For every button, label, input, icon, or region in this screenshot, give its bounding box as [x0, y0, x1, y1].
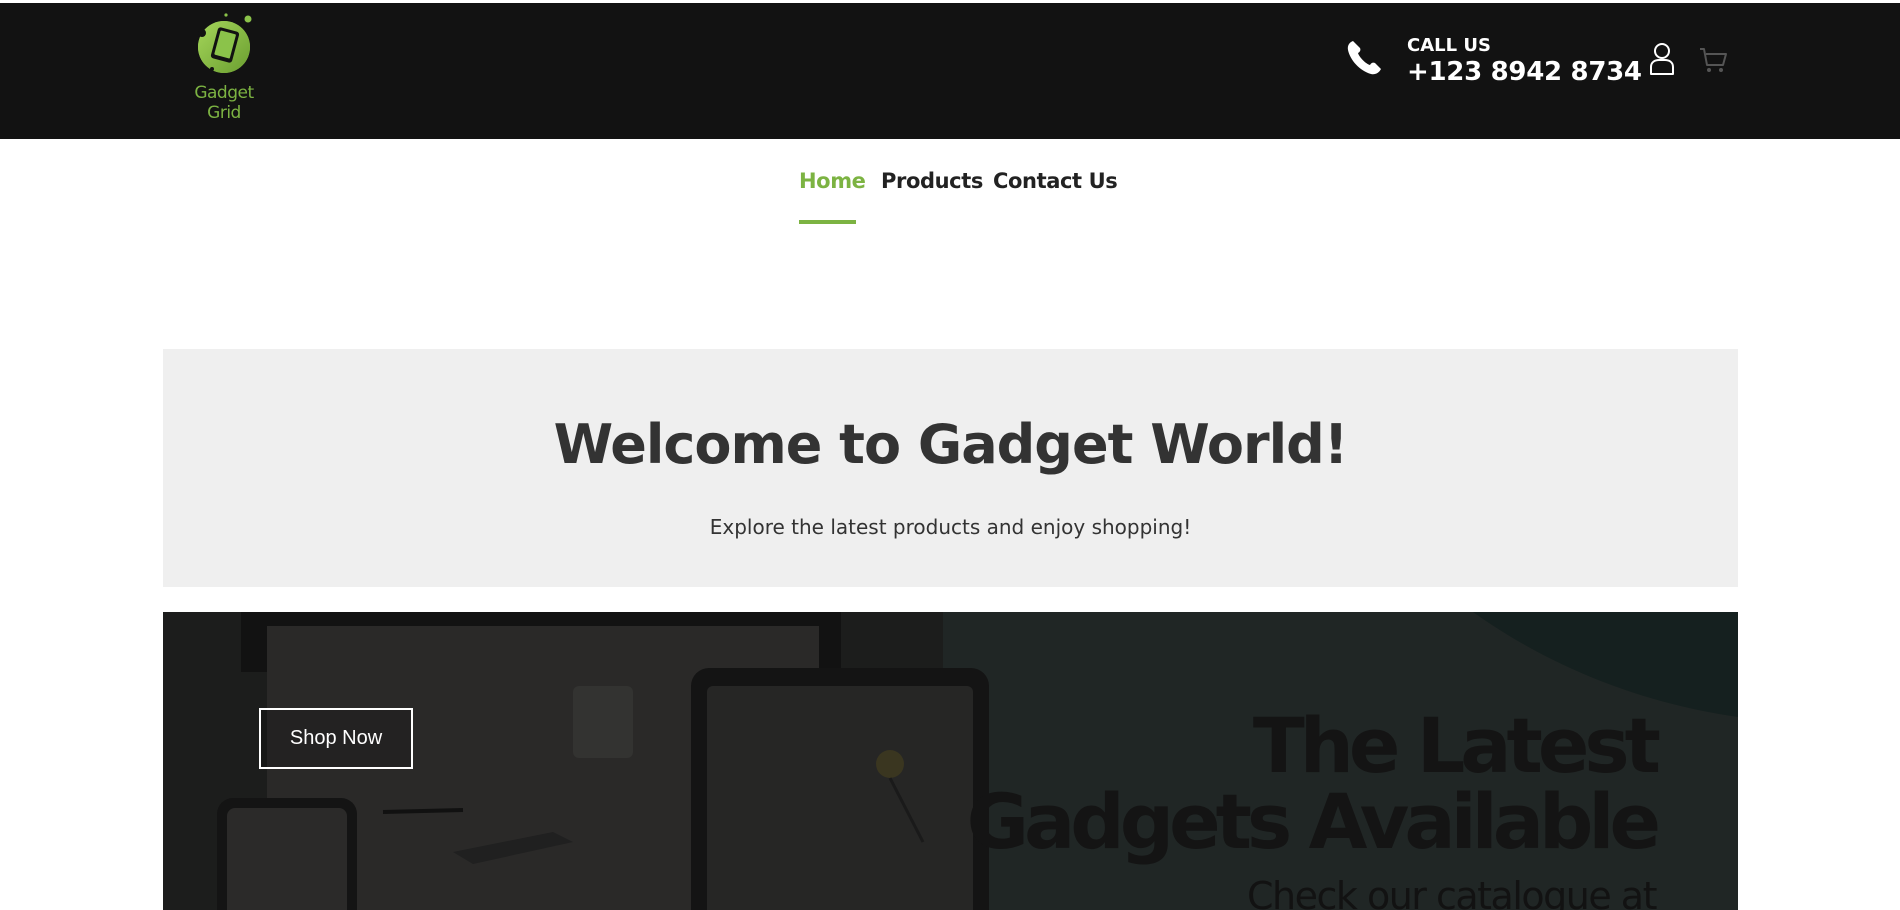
nav-active-indicator	[799, 220, 856, 224]
user-icon[interactable]	[1648, 41, 1676, 77]
nav-home[interactable]: Home	[799, 169, 866, 193]
banner-headline-line1: The Latest	[1252, 701, 1661, 790]
site-header: Gadget Grid CALL US +123 8942 8734	[0, 3, 1900, 139]
welcome-title: Welcome to Gadget World!	[553, 413, 1349, 476]
welcome-section: Welcome to Gadget World! Explore the lat…	[163, 349, 1738, 587]
nav-products[interactable]: Products	[881, 169, 983, 193]
cart-icon[interactable]	[1698, 45, 1728, 75]
welcome-subtitle: Explore the latest products and enjoy sh…	[709, 515, 1192, 539]
hero-banner: Shop Now The Latest Gadgets Available Ch…	[163, 612, 1738, 910]
nav-contact-us[interactable]: Contact Us	[993, 169, 1118, 193]
banner-subline: Check our catalogue at	[1246, 874, 1658, 910]
brand-name: Gadget Grid	[194, 83, 254, 123]
phone-number[interactable]: +123 8942 8734	[1407, 57, 1642, 87]
shop-now-button[interactable]: Shop Now	[259, 708, 413, 769]
main-nav: Home Products Contact Us	[0, 139, 1900, 229]
brand-logo[interactable]: Gadget Grid	[176, 11, 272, 123]
phone-icon	[1347, 41, 1381, 75]
call-us-label: CALL US	[1407, 35, 1491, 56]
banner-headline: The Latest Gadgets Available	[966, 701, 1661, 866]
gadget-logo-icon	[198, 13, 252, 73]
banner-headline-line2: Gadgets Available	[966, 777, 1661, 866]
